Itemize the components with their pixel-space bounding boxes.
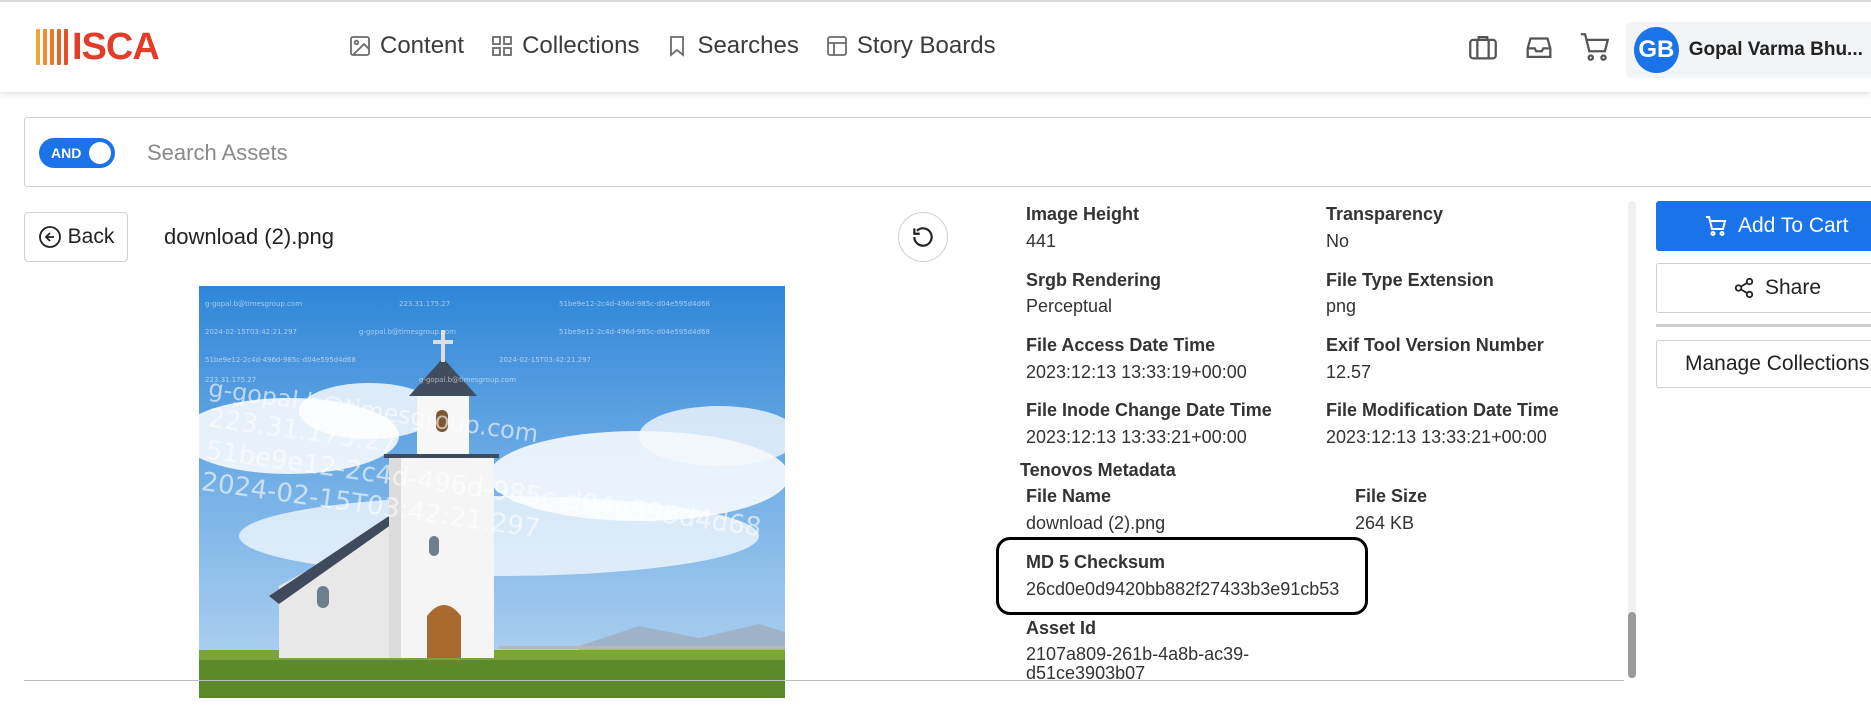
header-icon-group <box>1466 30 1612 64</box>
add-to-cart-button[interactable]: Add To Cart <box>1656 201 1871 251</box>
watermark-tile-text: 223.31.175.27 <box>399 300 450 308</box>
meta-inode-label: File Inode Change Date Time <box>1026 400 1272 420</box>
nav-item-label: Content <box>380 32 465 59</box>
meta-file-ext-value: png <box>1326 296 1357 316</box>
asset-preview-image[interactable]: g-gopal.b@timesgroup.com 223.31.175.27 5… <box>199 286 785 698</box>
and-or-toggle[interactable]: AND <box>39 138 115 168</box>
watermark-tile-text: g-gopal.b@timesgroup.com <box>419 376 516 384</box>
watermark-tile-text: 51be9e12-2c4d-496d-985c-d04e595d4d68 <box>559 300 710 308</box>
meta-asset-id-value: 2107a809-261b-4a8b-ac39- d51ce3903b07 <box>1026 645 1249 683</box>
meta-transparency-value: No <box>1326 231 1350 251</box>
meta-file-name-value: download (2).png <box>1026 513 1166 533</box>
avatar: GB <box>1634 27 1679 73</box>
bottom-divider <box>24 680 1624 681</box>
meta-file-name-label: File Name <box>1026 486 1112 506</box>
search-bar: AND <box>24 117 1871 187</box>
meta-srgb-label: Srgb Rendering <box>1026 270 1162 290</box>
share-icon <box>1734 277 1754 299</box>
watermark-tile-text: 2024-02-15T03:42:21.297 <box>205 328 297 336</box>
search-input[interactable] <box>147 132 1747 174</box>
meta-srgb-value: Perceptual <box>1026 296 1113 316</box>
meta-access-label: File Access Date Time <box>1026 335 1216 355</box>
back-button[interactable]: Back <box>24 212 128 262</box>
meta-file-size-value: 264 KB <box>1355 513 1415 533</box>
share-label: Share <box>1765 276 1822 299</box>
asset-id-line: d51ce3903b07 <box>1026 663 1146 683</box>
nav-item-story-boards[interactable]: Story Boards <box>825 32 996 60</box>
user-menu[interactable]: GB Gopal Varma Bhu... ⌄ <box>1626 22 1871 78</box>
meta-asset-id-label: Asset Id <box>1026 618 1097 638</box>
asset-id-line: 2107a809-261b-4a8b-ac39- <box>1026 644 1250 664</box>
meta-mod-label: File Modification Date Time <box>1326 400 1559 420</box>
meta-transparency-label: Transparency <box>1326 204 1444 224</box>
image-icon <box>350 36 370 56</box>
meta-file-size-label: File Size <box>1355 486 1428 506</box>
nav-item-label: Collections <box>522 32 640 59</box>
refresh-icon <box>913 227 933 247</box>
meta-exif-value: 12.57 <box>1326 362 1372 382</box>
watermark-tile-text: g-gopal.b@timesgroup.com <box>359 328 456 336</box>
watermark-tile-text: 51be9e12-2c4d-496d-985c-d04e595d4d68 <box>559 328 710 336</box>
meta-file-ext-label: File Type Extension <box>1326 270 1494 290</box>
back-button-label: Back <box>67 225 115 248</box>
meta-md5-label: MD 5 Checksum <box>1026 552 1166 572</box>
meta-md5-value: 26cd0e0d9420bb882f27433b3e91cb53 <box>1026 579 1340 599</box>
main-nav: Content Collections Searches Story Board… <box>348 32 996 60</box>
nav-item-label: Story Boards <box>856 32 996 59</box>
back-arrow-circle-icon <box>38 226 61 248</box>
share-button[interactable]: Share <box>1656 263 1871 313</box>
actions-separator <box>1656 324 1871 327</box>
toggle-knob <box>89 142 111 164</box>
meta-access-value: 2023:12:13 13:33:19+00:00 <box>1026 362 1247 382</box>
top-navigation-bar: ISCA Content Collections Searches Story … <box>0 0 1871 92</box>
watermark-tile-text: 51be9e12-2c4d-496d-985c-d04e595d4d68 <box>205 356 356 364</box>
nav-item-collections[interactable]: Collections <box>490 32 639 60</box>
asset-file-name: download (2).png <box>164 224 335 249</box>
isca-logo[interactable]: ISCA <box>36 26 160 68</box>
nav-item-searches[interactable]: Searches <box>665 32 799 60</box>
watermark-tile-text: 2024-02-15T03:42:21.297 <box>499 356 591 364</box>
watermark-tile-text: g-gopal.b@timesgroup.com <box>205 300 302 308</box>
grid-icon <box>492 36 512 56</box>
user-name: Gopal Varma Bhu... <box>1688 39 1863 60</box>
meta-inode-value: 2023:12:13 13:33:21+00:00 <box>1026 427 1247 447</box>
logo-bars-icon <box>36 29 68 65</box>
nav-item-content[interactable]: Content <box>348 32 464 60</box>
manage-collections-button[interactable]: Manage Collections <box>1656 340 1871 388</box>
toggle-label: AND <box>51 145 82 161</box>
cart-icon <box>1706 216 1727 236</box>
nav-item-label: Searches <box>697 32 799 59</box>
layout-icon <box>826 36 847 56</box>
tenovos-metadata-heading: Tenovos Metadata <box>1020 460 1176 480</box>
meta-mod-value: 2023:12:13 13:33:21+00:00 <box>1326 427 1547 447</box>
metadata-scrollbar-thumb[interactable] <box>1628 612 1636 678</box>
md5-highlight-box <box>996 537 1368 615</box>
manage-collections-label: Manage Collections <box>1685 352 1870 375</box>
meta-image-height-value: 441 <box>1026 231 1057 251</box>
bookmark-icon <box>670 36 685 57</box>
meta-image-height-label: Image Height <box>1026 204 1140 224</box>
cart-icon[interactable] <box>1578 30 1612 64</box>
meta-exif-label: Exif Tool Version Number <box>1326 335 1544 355</box>
inbox-icon[interactable] <box>1522 30 1556 64</box>
reset-button[interactable] <box>898 212 948 262</box>
add-to-cart-label: Add To Cart <box>1738 214 1849 237</box>
briefcase-icon[interactable] <box>1466 30 1500 64</box>
logo-text: ISCA <box>72 26 160 68</box>
church-landscape-image: g-gopal.b@timesgroup.com 223.31.175.27 5… <box>199 286 785 698</box>
metadata-scrollbar-track[interactable] <box>1628 201 1636 679</box>
